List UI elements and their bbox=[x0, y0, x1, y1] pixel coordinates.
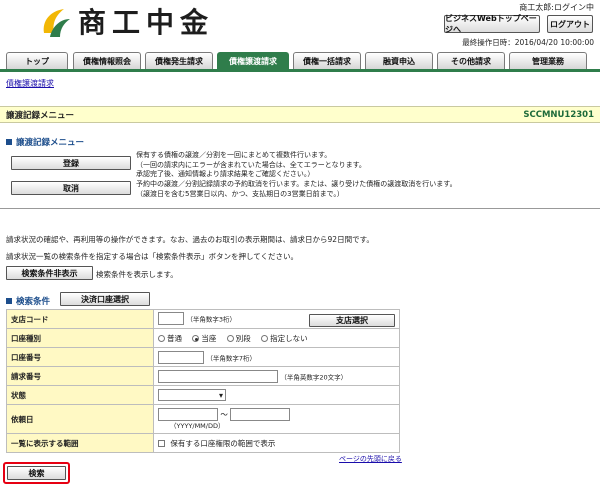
display-range-label: 一覧に表示する範囲 bbox=[6, 433, 154, 453]
display-range-cell: 保有する口座権限の範囲で表示 bbox=[153, 433, 400, 453]
radio-icon[interactable] bbox=[158, 335, 165, 342]
radio-selected-icon[interactable] bbox=[192, 335, 200, 342]
account-select-button[interactable]: 決済口座選択 bbox=[60, 292, 150, 306]
status-select[interactable] bbox=[158, 389, 226, 401]
register-button[interactable]: 登録 bbox=[11, 156, 131, 170]
table-row: 請求番号 （半角英数字20文字） bbox=[6, 366, 400, 386]
account-type-cell: 普通 当座 別段 指定しない bbox=[153, 328, 400, 348]
logo-mark-icon bbox=[43, 9, 70, 37]
account-type-option-none[interactable]: 指定しない bbox=[261, 334, 308, 343]
account-type-label: 口座種別 bbox=[6, 328, 154, 348]
display-range-checkbox[interactable] bbox=[158, 440, 165, 447]
back-to-top-link[interactable]: ページの先頭に戻る bbox=[339, 454, 402, 464]
account-type-option-toza[interactable]: 当座 bbox=[192, 334, 216, 343]
request-number-input[interactable] bbox=[158, 369, 278, 383]
tab-other-requests[interactable]: その他請求 bbox=[437, 52, 505, 69]
divider bbox=[0, 208, 600, 209]
tab-claim-issue[interactable]: 債権発生請求 bbox=[145, 52, 213, 69]
title-bar: 譲渡記録メニュー SCCMNU12301 bbox=[0, 106, 600, 123]
table-row: 口座番号 （半角数字7桁） bbox=[6, 347, 400, 367]
request-date-hint: （YYYY/MM/DD） bbox=[170, 421, 225, 430]
tab-top[interactable]: トップ bbox=[6, 52, 68, 69]
account-number-hint: （半角数字7桁） bbox=[206, 354, 257, 362]
tab-claim-bulk[interactable]: 債権一括請求 bbox=[293, 52, 361, 69]
menu-section-heading: 譲渡記録メニュー bbox=[6, 136, 84, 148]
radio-icon[interactable] bbox=[261, 335, 269, 342]
cancel-description: 予約中の譲渡／分割記録請求の予約取消を行います。または、譲り受けた債権の譲渡取消… bbox=[136, 180, 457, 198]
status-cell bbox=[153, 385, 400, 405]
table-row: 支店コード （半角数字3桁） 支店選択 bbox=[6, 309, 400, 329]
search-toggle-description: 検索条件を表示します。 bbox=[96, 270, 178, 279]
register-description: 保有する債権の譲渡／分割を一回にまとめて複数件行います。 （一回の請求内にエラー… bbox=[136, 151, 366, 178]
tab-claim-info[interactable]: 債権情報照会 bbox=[73, 52, 141, 69]
account-number-cell: （半角数字7桁） bbox=[153, 347, 400, 367]
branch-code-label: 支店コード bbox=[6, 309, 154, 329]
cancel-button[interactable]: 取消 bbox=[11, 181, 131, 195]
section-square-icon bbox=[6, 139, 12, 145]
logo-text: 商工中金 bbox=[78, 6, 215, 39]
radio-icon[interactable] bbox=[226, 335, 234, 342]
display-range-checkbox-label: 保有する口座権限の範囲で表示 bbox=[170, 438, 276, 448]
request-number-hint: （半角英数字20文字） bbox=[280, 373, 348, 381]
search-section-heading: 検索条件 bbox=[6, 295, 50, 307]
request-date-label: 依頼日 bbox=[6, 404, 154, 434]
branch-code-input[interactable] bbox=[158, 311, 184, 325]
tab-admin[interactable]: 管理業務 bbox=[509, 52, 587, 69]
section-square-icon bbox=[6, 298, 12, 304]
tab-loan[interactable]: 融資申込 bbox=[365, 52, 433, 69]
user-name: 商工太郎:ログイン中 bbox=[519, 3, 594, 12]
request-date-to-input[interactable] bbox=[230, 408, 291, 421]
main-tabs: トップ 債権情報照会 債権発生請求 債権譲渡請求 債権一括請求 融資申込 その他… bbox=[0, 52, 600, 72]
info-line-2: 請求状況一覧の検索条件を指定する場合は「検索条件表示」ボタンを押してください。 bbox=[6, 252, 299, 261]
hide-search-conditions-button[interactable]: 検索条件非表示 bbox=[6, 266, 93, 280]
web-top-button[interactable]: ビジネスWebトップページへ bbox=[444, 14, 540, 34]
logo: 商工中金 bbox=[38, 7, 214, 39]
table-row: 状態 bbox=[6, 385, 400, 405]
request-date-cell: 〜 （YYYY/MM/DD） bbox=[153, 404, 400, 434]
date-range-separator: 〜 bbox=[220, 409, 228, 419]
branch-code-cell: （半角数字3桁） 支店選択 bbox=[153, 309, 400, 329]
last-operation-time: 最終操作日時：2016/04/20 10:00:00 bbox=[462, 38, 594, 47]
account-number-label: 口座番号 bbox=[6, 347, 154, 367]
search-button[interactable]: 検索 bbox=[7, 466, 66, 480]
account-type-option-futsu[interactable]: 普通 bbox=[158, 334, 182, 343]
header: 商工中金 商工太郎:ログイン中 ビジネスWebトップページへ ログアウト 最終操… bbox=[0, 0, 600, 50]
breadcrumb[interactable]: 債権譲渡請求 bbox=[6, 78, 54, 89]
branch-code-hint: （半角数字3桁） bbox=[186, 315, 237, 323]
branch-select-button[interactable]: 支店選択 bbox=[309, 313, 395, 327]
request-date-from-input[interactable] bbox=[158, 408, 218, 421]
table-row: 口座種別 普通 当座 別段 指定しない bbox=[6, 328, 400, 348]
page-title: 譲渡記録メニュー bbox=[6, 110, 75, 121]
screen-id: SCCMNU12301 bbox=[523, 109, 594, 120]
account-number-input[interactable] bbox=[158, 350, 204, 364]
tab-claim-transfer[interactable]: 債権譲渡請求 bbox=[217, 52, 289, 69]
table-row: 一覧に表示する範囲 保有する口座権限の範囲で表示 bbox=[6, 433, 400, 453]
info-line-1: 請求状況の確認や、再利用等の操作ができます。なお、過去のお取引の表示期間は、請求… bbox=[6, 235, 374, 244]
search-conditions-table: 支店コード （半角数字3桁） 支店選択 口座種別 普通 当座 別段 指定しない … bbox=[6, 309, 400, 453]
account-type-option-betsudan[interactable]: 別段 bbox=[226, 334, 251, 343]
logout-button[interactable]: ログアウト bbox=[547, 15, 593, 33]
status-label: 状態 bbox=[6, 385, 154, 405]
table-row: 依頼日 〜 （YYYY/MM/DD） bbox=[6, 404, 400, 434]
request-number-label: 請求番号 bbox=[6, 366, 154, 386]
request-number-cell: （半角英数字20文字） bbox=[153, 366, 400, 386]
